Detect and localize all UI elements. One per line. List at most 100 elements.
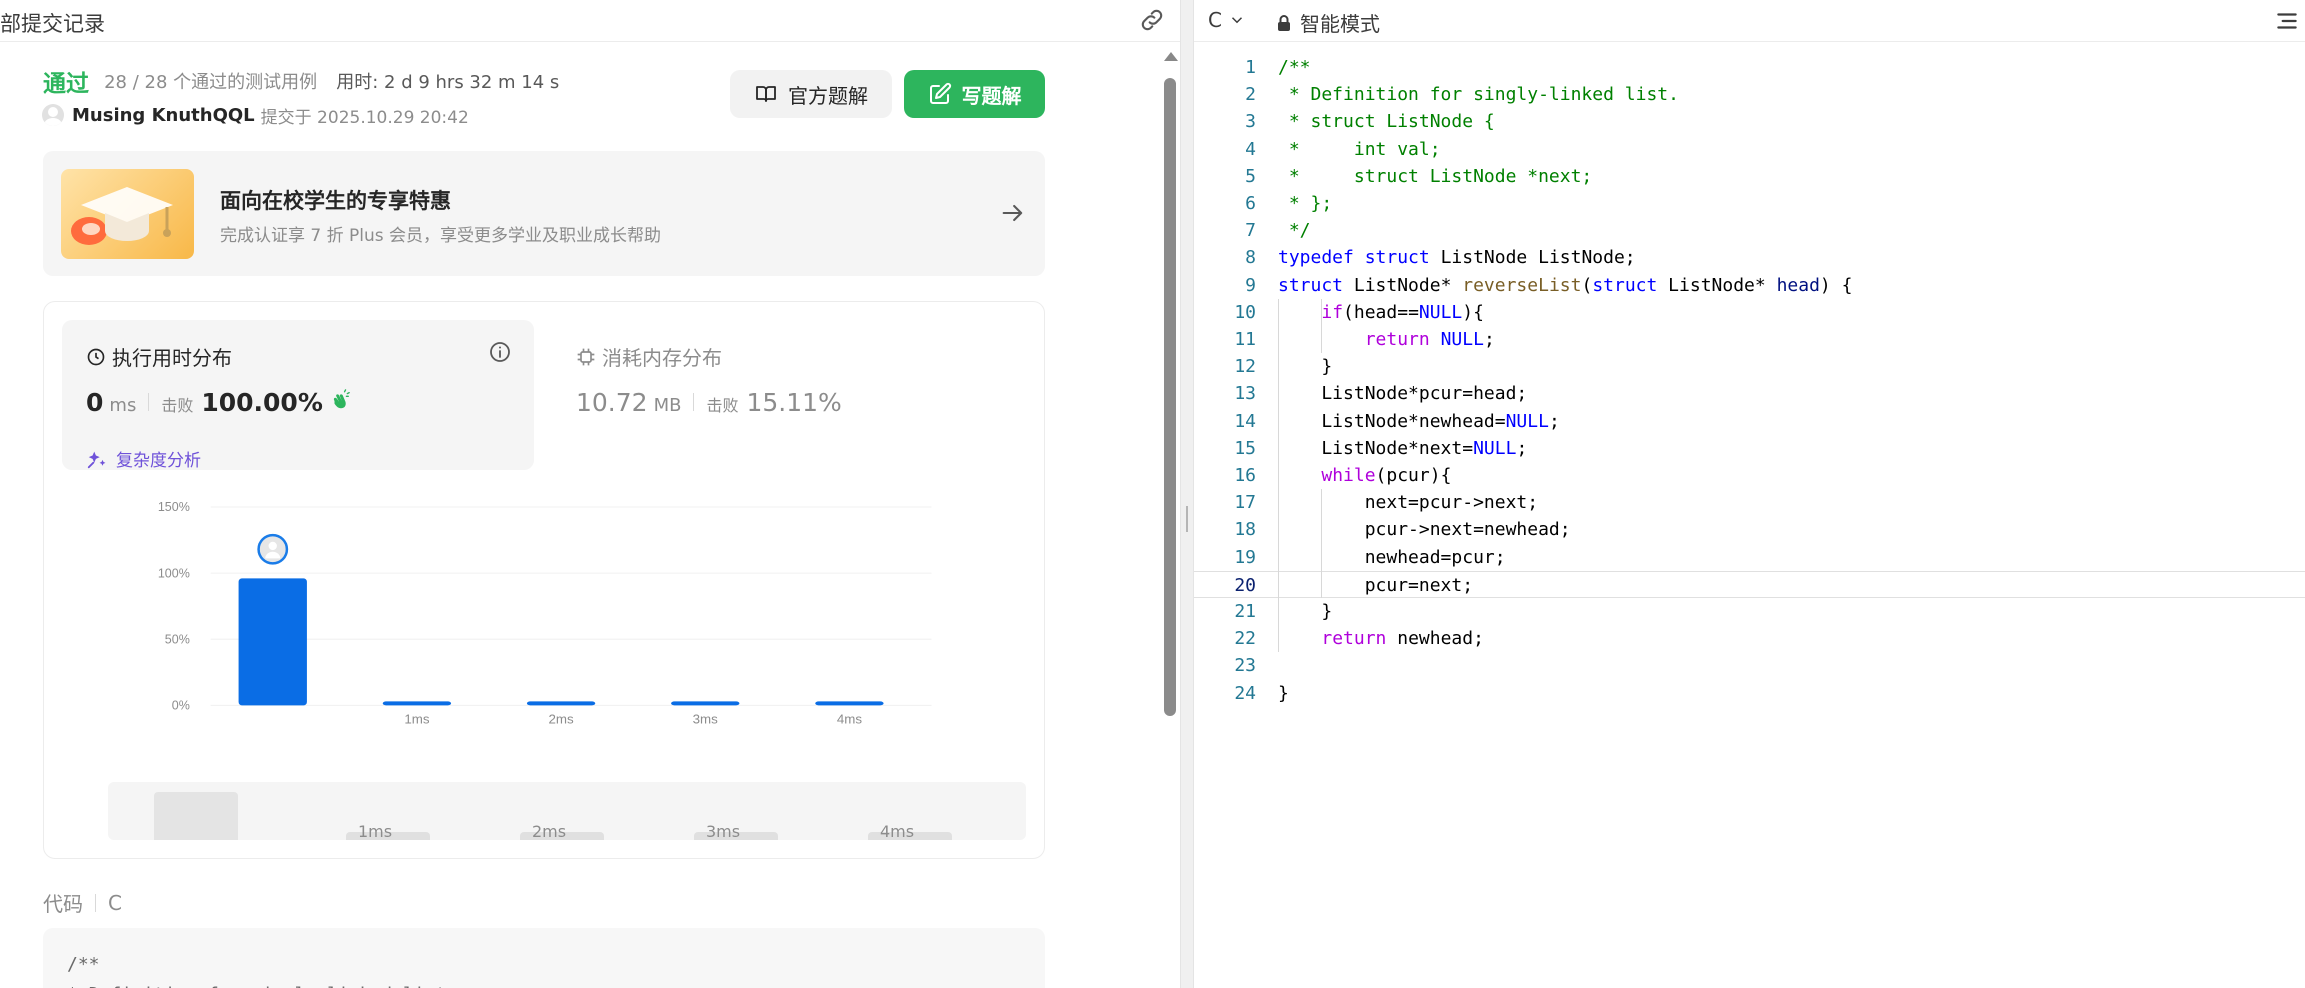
student-promo-banner[interactable]: 面向在校学生的专享特惠 完成认证享 7 折 Plus 会员，享受更多学业及职业成… bbox=[43, 151, 1045, 276]
memory-tab[interactable]: 消耗内存分布 bbox=[576, 342, 722, 371]
my-submission-avatar[interactable] bbox=[257, 533, 289, 565]
code-line[interactable]: 9 struct ListNode* reverseList(struct Lis… bbox=[1194, 272, 2305, 299]
code-line[interactable]: 3 * struct ListNode { bbox=[1194, 108, 2305, 135]
code-line[interactable]: 20 pcur=next; bbox=[1194, 570, 2305, 598]
code-line[interactable]: 7 */ bbox=[1194, 217, 2305, 244]
chart-bar[interactable] bbox=[382, 701, 452, 706]
avatar[interactable] bbox=[42, 104, 64, 126]
chart-bar[interactable] bbox=[815, 701, 884, 706]
code-text: ListNode*pcur=head; bbox=[1278, 383, 1528, 405]
code-line[interactable]: 8 typedef struct ListNode ListNode; bbox=[1194, 244, 2305, 271]
code-line[interactable]: 16 while(pcur){ bbox=[1194, 462, 2305, 489]
line-number: 5 bbox=[1245, 165, 1256, 187]
code-line[interactable]: 19 newhead=pcur; bbox=[1194, 544, 2305, 571]
code-line[interactable]: 4 * int val; bbox=[1194, 136, 2305, 163]
arrow-right-icon[interactable] bbox=[999, 199, 1027, 227]
author-name[interactable]: Musing KnuthQQL bbox=[72, 105, 255, 126]
submitted-time: 提交于 2025.10.29 20:42 bbox=[260, 107, 469, 128]
menu-icon[interactable] bbox=[2274, 8, 2300, 34]
chart-bar[interactable] bbox=[238, 578, 307, 706]
performance-card: 执行用时分布 0 ms 击败 100.00% 复杂度分析 消耗内存分布 10.7… bbox=[43, 301, 1045, 859]
code-text: } bbox=[1278, 682, 1289, 704]
line-number: 20 bbox=[1234, 574, 1256, 596]
line-number: 18 bbox=[1234, 519, 1256, 541]
smart-mode-label: 智能模式 bbox=[1300, 12, 1380, 36]
code-label-text: 代码 bbox=[43, 892, 83, 916]
clock-icon bbox=[87, 348, 105, 365]
code-section-label: 代码 C bbox=[43, 888, 122, 917]
runtime-tab[interactable]: 执行用时分布 0 ms 击败 100.00% 复杂度分析 bbox=[62, 320, 534, 471]
divider bbox=[693, 393, 695, 411]
minimap-label: 2ms bbox=[532, 822, 567, 841]
memory-unit: MB bbox=[653, 395, 682, 416]
chart-bar[interactable] bbox=[526, 701, 596, 706]
code-line[interactable]: 10 if(head==NULL){ bbox=[1194, 299, 2305, 326]
code-text: pcur=next; bbox=[1278, 574, 1474, 596]
range-slider-handle[interactable] bbox=[154, 792, 238, 840]
x-tick-label: 1ms bbox=[404, 712, 430, 727]
code-line[interactable]: 22 return newhead; bbox=[1194, 625, 2305, 652]
smart-mode-toggle[interactable]: 智能模式 bbox=[1276, 8, 1380, 37]
code-line[interactable]: 13 ListNode*pcur=head; bbox=[1194, 380, 2305, 407]
line-number: 8 bbox=[1245, 247, 1256, 269]
code-text: typedef struct ListNode ListNode; bbox=[1278, 247, 1636, 269]
promo-subtitle: 完成认证享 7 折 Plus 会员，享受更多学业及职业成长帮助 bbox=[220, 226, 662, 246]
complexity-analysis-link[interactable]: 复杂度分析 bbox=[86, 446, 201, 471]
code-editor[interactable]: 1 /** 2 * Definition for singly-linked lis… bbox=[1194, 54, 2305, 954]
memory-title-text: 消耗内存分布 bbox=[602, 346, 722, 370]
code-line[interactable]: 18 pcur->next=newhead; bbox=[1194, 516, 2305, 543]
write-solution-label: 写题解 bbox=[961, 83, 1022, 108]
info-icon[interactable] bbox=[488, 340, 512, 364]
chart-bar[interactable] bbox=[671, 701, 740, 706]
code-preview-line: * Definition for singly-linked list. bbox=[67, 980, 1021, 988]
code-line[interactable]: 12 } bbox=[1194, 353, 2305, 380]
graduation-cap-illustration bbox=[61, 169, 194, 259]
panel-resize-divider[interactable] bbox=[1180, 0, 1194, 988]
official-solution-button[interactable]: 官方题解 bbox=[730, 70, 892, 118]
chart-range-slider[interactable]: 1ms 2ms 3ms 4ms bbox=[108, 782, 1026, 841]
lock-icon bbox=[1278, 14, 1290, 31]
y-tick-label: 100% bbox=[158, 566, 190, 580]
scrollbar-thumb[interactable] bbox=[1164, 78, 1176, 716]
status-row: 通过 28 / 28 个通过的测试用例 用时: 2 d 9 hrs 32 m 1… bbox=[43, 64, 559, 97]
write-solution-button[interactable]: 写题解 bbox=[904, 70, 1045, 118]
language-select-value: C bbox=[1208, 8, 1222, 32]
memory-beat-label: 击败 bbox=[706, 396, 739, 415]
line-number: 24 bbox=[1234, 682, 1256, 704]
code-text: ListNode*newhead=NULL; bbox=[1278, 410, 1560, 432]
line-number: 14 bbox=[1234, 410, 1256, 432]
line-number: 3 bbox=[1245, 111, 1256, 133]
book-icon bbox=[756, 86, 776, 102]
code-line[interactable]: 11 return NULL; bbox=[1194, 326, 2305, 353]
code-text: } bbox=[1278, 356, 1333, 378]
code-line[interactable]: 24} bbox=[1194, 680, 2305, 707]
y-tick-label: 0% bbox=[172, 699, 190, 713]
minimap-label: 4ms bbox=[880, 822, 915, 841]
code-line[interactable]: 21 } bbox=[1194, 598, 2305, 625]
code-line[interactable]: 5 * struct ListNode *next; bbox=[1194, 163, 2305, 190]
code-line[interactable]: 23 bbox=[1194, 652, 2305, 679]
author-row: Musing KnuthQQL 提交于 2025.10.29 20:42 bbox=[42, 102, 469, 128]
edit-icon bbox=[929, 82, 951, 104]
minimap-label: 1ms bbox=[358, 822, 393, 841]
scroll-up-arrow[interactable] bbox=[1164, 52, 1178, 61]
language-select[interactable]: C bbox=[1208, 8, 1246, 32]
y-tick-label: 50% bbox=[165, 632, 190, 646]
x-tick-label: 4ms bbox=[837, 712, 863, 727]
code-line[interactable]: 17 next=pcur->next; bbox=[1194, 489, 2305, 516]
link-icon[interactable] bbox=[1138, 6, 1166, 34]
editor-header: C 智能模式 bbox=[1194, 0, 2305, 42]
code-line[interactable]: 6 * }; bbox=[1194, 190, 2305, 217]
line-number: 7 bbox=[1245, 220, 1256, 242]
indent-guide bbox=[1321, 298, 1323, 354]
runtime-title: 执行用时分布 bbox=[86, 342, 232, 371]
code-line[interactable]: 15 ListNode*next=NULL; bbox=[1194, 435, 2305, 462]
code-line[interactable]: 14 ListNode*newhead=NULL; bbox=[1194, 408, 2305, 435]
chip-icon bbox=[577, 348, 595, 365]
code-line[interactable]: 2 * Definition for singly-linked list. bbox=[1194, 81, 2305, 108]
line-number: 6 bbox=[1245, 193, 1256, 214]
code-line[interactable]: 1 /** bbox=[1194, 54, 2305, 81]
resize-handle[interactable] bbox=[1186, 506, 1188, 532]
panel-title: 部提交记录 bbox=[0, 12, 105, 36]
code-text: if(head==NULL){ bbox=[1321, 301, 1484, 323]
